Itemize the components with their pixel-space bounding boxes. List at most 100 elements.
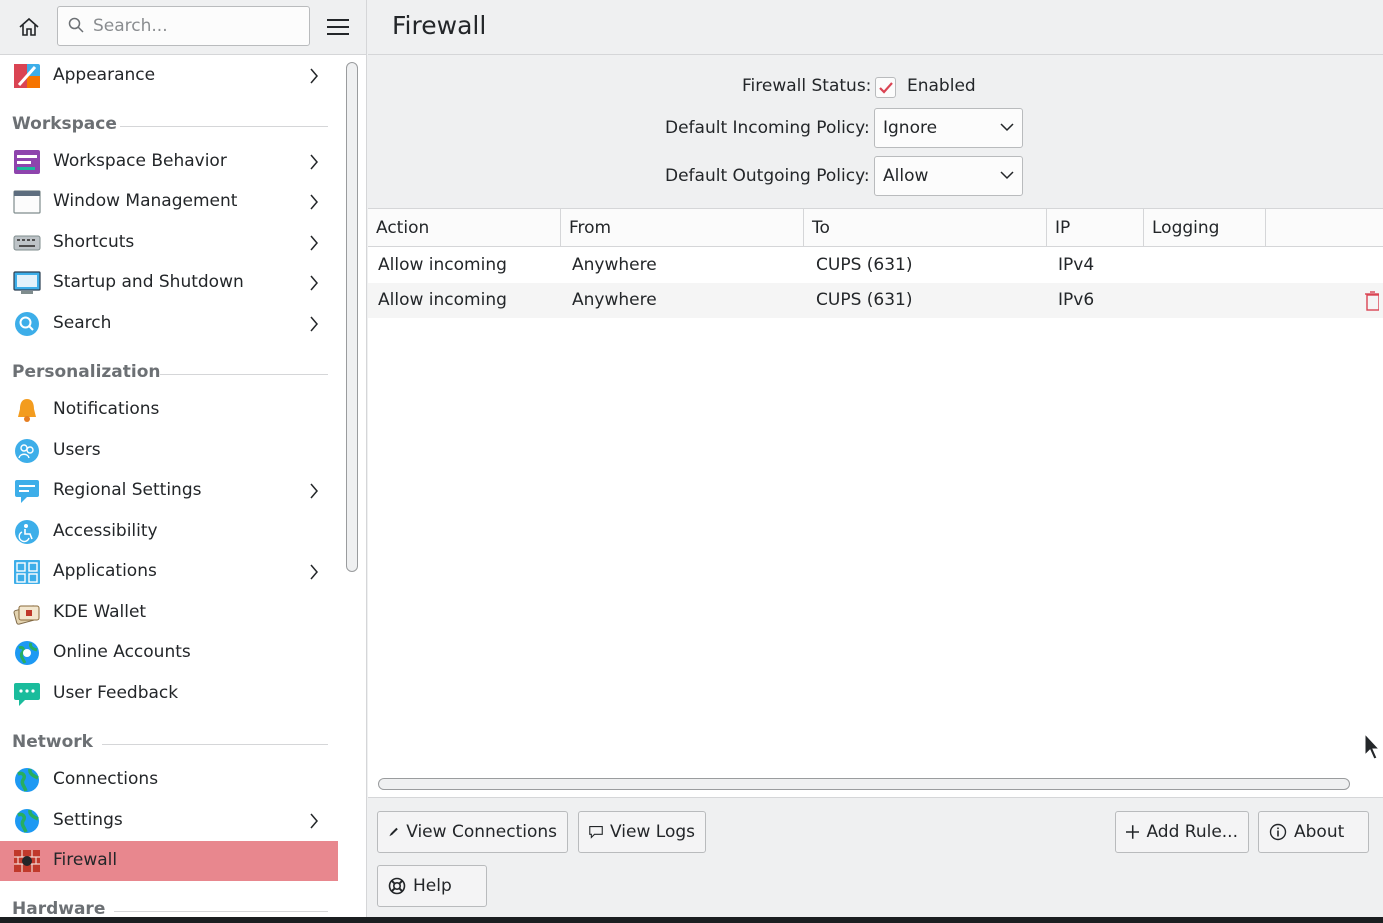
sidebar-item-online-accounts[interactable]: Online Accounts bbox=[0, 633, 338, 673]
search-settings-icon bbox=[15, 312, 39, 336]
sidebar-item-regional-settings[interactable]: Regional Settings bbox=[0, 471, 338, 511]
about-button[interactable]: About bbox=[1258, 811, 1369, 853]
rules-table: Action From To IP Logging Allow incoming… bbox=[368, 208, 1383, 798]
column-header-logging[interactable]: Logging bbox=[1144, 209, 1266, 247]
table-row[interactable]: Allow incoming Anywhere CUPS (631) IPv6 bbox=[368, 283, 1383, 318]
checkmark-icon bbox=[878, 81, 893, 94]
sidebar-item-label: Online Accounts bbox=[53, 642, 191, 662]
chevron-down-icon bbox=[1000, 171, 1014, 180]
wallet-icon bbox=[13, 605, 40, 625]
accessibility-icon bbox=[15, 520, 39, 544]
delete-rule-icon[interactable] bbox=[1365, 291, 1379, 311]
window-management-icon bbox=[13, 190, 41, 214]
home-icon bbox=[19, 17, 39, 36]
cell-from: Anywhere bbox=[572, 255, 657, 275]
hamburger-icon bbox=[327, 19, 349, 35]
table-horizontal-scrollbar[interactable] bbox=[378, 778, 1350, 790]
category-divider bbox=[114, 911, 328, 912]
sidebar: Appearance Workspace Workspace Behavior … bbox=[0, 0, 367, 917]
plus-icon bbox=[1126, 825, 1140, 839]
sidebar-scrollbar[interactable] bbox=[346, 62, 358, 572]
sidebar-item-label: Window Management bbox=[53, 191, 238, 211]
view-connections-button[interactable]: View Connections bbox=[377, 811, 568, 853]
main-header: Firewall bbox=[368, 0, 1383, 55]
view-logs-button[interactable]: View Logs bbox=[578, 811, 706, 853]
user-feedback-icon bbox=[14, 683, 40, 706]
firewall-status-value: Enabled bbox=[907, 76, 976, 96]
sidebar-item-search[interactable]: Search bbox=[0, 304, 338, 344]
chevron-right-icon bbox=[310, 316, 318, 332]
sidebar-item-label: Users bbox=[53, 440, 101, 460]
sidebar-item-firewall[interactable]: Firewall bbox=[0, 841, 338, 881]
search-icon bbox=[68, 17, 84, 33]
sidebar-item-window-management[interactable]: Window Management bbox=[0, 182, 338, 222]
column-header-action[interactable]: Action bbox=[368, 209, 561, 247]
globe-icon bbox=[15, 768, 39, 792]
regional-settings-icon bbox=[15, 480, 39, 503]
globe-icon bbox=[15, 809, 39, 833]
cell-action: Allow incoming bbox=[378, 255, 507, 275]
appearance-icon bbox=[14, 64, 40, 88]
category-workspace: Workspace bbox=[12, 114, 328, 140]
keyboard-icon bbox=[13, 235, 41, 251]
chevron-right-icon bbox=[310, 68, 318, 84]
firewall-icon bbox=[14, 850, 40, 872]
sidebar-item-shortcuts[interactable]: Shortcuts bbox=[0, 223, 338, 263]
sidebar-item-label: User Feedback bbox=[53, 683, 179, 703]
sidebar-item-workspace-behavior[interactable]: Workspace Behavior bbox=[0, 142, 338, 182]
sidebar-item-label: Shortcuts bbox=[53, 232, 135, 252]
category-divider bbox=[120, 126, 328, 127]
home-button[interactable] bbox=[10, 8, 48, 46]
column-header-ip[interactable]: IP bbox=[1047, 209, 1144, 247]
table-header: Action From To IP Logging bbox=[368, 209, 1383, 247]
sidebar-item-user-feedback[interactable]: User Feedback bbox=[0, 674, 338, 714]
applications-icon bbox=[14, 560, 40, 584]
sidebar-item-label: Startup and Shutdown bbox=[53, 272, 244, 292]
sidebar-toolbar bbox=[0, 0, 366, 55]
add-rule-button[interactable]: Add Rule... bbox=[1115, 811, 1249, 853]
sidebar-item-notifications[interactable]: Notifications bbox=[0, 390, 338, 430]
column-header-from[interactable]: From bbox=[561, 209, 804, 247]
sidebar-item-appearance[interactable]: Appearance bbox=[0, 56, 338, 96]
outgoing-policy-select[interactable]: Allow bbox=[874, 156, 1023, 196]
category-network: Network bbox=[12, 732, 328, 758]
cell-ip: IPv6 bbox=[1058, 290, 1095, 310]
sidebar-item-label: Firewall bbox=[53, 850, 118, 870]
cell-to: CUPS (631) bbox=[816, 290, 913, 310]
sidebar-item-connections[interactable]: Connections bbox=[0, 760, 338, 800]
hamburger-menu-button[interactable] bbox=[320, 8, 356, 46]
info-icon bbox=[1269, 823, 1287, 841]
help-button[interactable]: Help bbox=[377, 865, 487, 907]
category-divider bbox=[102, 744, 328, 745]
sidebar-item-label: KDE Wallet bbox=[53, 602, 147, 622]
sidebar-item-label: Applications bbox=[53, 561, 157, 581]
outgoing-policy-label: Default Outgoing Policy: bbox=[665, 166, 870, 186]
search-field[interactable] bbox=[57, 6, 310, 46]
help-lifebuoy-icon bbox=[388, 877, 406, 895]
sidebar-item-users[interactable]: Users bbox=[0, 431, 338, 471]
cell-to: CUPS (631) bbox=[816, 255, 913, 275]
chevron-right-icon bbox=[310, 194, 318, 210]
cell-ip: IPv4 bbox=[1058, 255, 1095, 275]
sidebar-item-accessibility[interactable]: Accessibility bbox=[0, 512, 338, 552]
search-input[interactable] bbox=[93, 13, 303, 39]
sidebar-item-kde-wallet[interactable]: KDE Wallet bbox=[0, 593, 338, 633]
sidebar-item-settings[interactable]: Settings bbox=[0, 801, 338, 841]
incoming-policy-select[interactable]: Ignore bbox=[874, 108, 1023, 148]
chevron-down-icon bbox=[1000, 123, 1014, 132]
sidebar-item-label: Search bbox=[53, 313, 112, 333]
table-row[interactable]: Allow incoming Anywhere CUPS (631) IPv4 bbox=[368, 248, 1383, 283]
category-personalization: Personalization bbox=[12, 362, 328, 388]
column-header-to[interactable]: To bbox=[804, 209, 1047, 247]
chevron-right-icon bbox=[310, 154, 318, 170]
chevron-right-icon bbox=[310, 483, 318, 499]
system-settings-window: Appearance Workspace Workspace Behavior … bbox=[0, 0, 1383, 917]
sidebar-item-applications[interactable]: Applications bbox=[0, 552, 338, 592]
chevron-right-icon bbox=[310, 564, 318, 580]
firewall-enabled-checkbox[interactable] bbox=[875, 77, 896, 98]
sidebar-item-startup-shutdown[interactable]: Startup and Shutdown bbox=[0, 263, 338, 303]
incoming-policy-label: Default Incoming Policy: bbox=[665, 118, 870, 138]
sidebar-item-label: Regional Settings bbox=[53, 480, 202, 500]
sidebar-item-label: Accessibility bbox=[53, 521, 158, 541]
pen-icon bbox=[389, 827, 398, 837]
